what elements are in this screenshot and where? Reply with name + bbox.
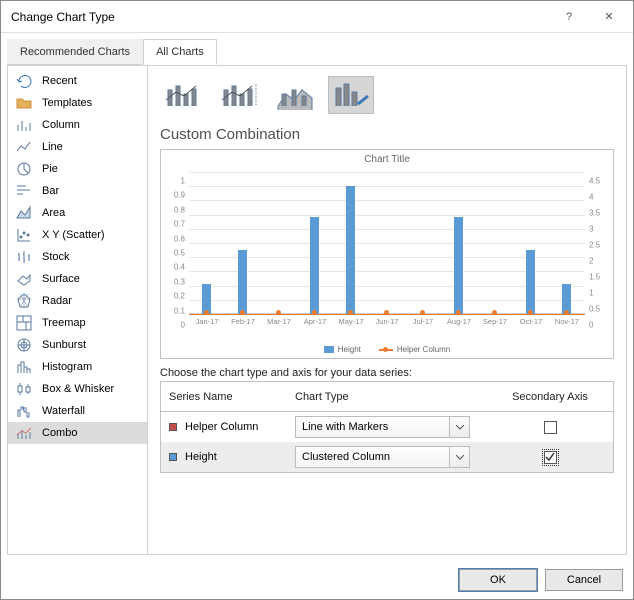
- combo-subtype-3[interactable]: [272, 76, 318, 114]
- series-name-text: Helper Column: [185, 421, 258, 433]
- col-series-name: Series Name: [169, 391, 295, 403]
- combo-subtype-2[interactable]: [216, 76, 262, 114]
- sidebar-item-label: X Y (Scatter): [42, 229, 105, 241]
- series-table-header: Series Name Chart Type Secondary Axis: [161, 382, 613, 412]
- radar-chart-icon: [16, 293, 32, 309]
- sidebar-item-boxwhisker[interactable]: Box & Whisker: [8, 378, 147, 400]
- series-row[interactable]: Height Clustered Column: [161, 442, 613, 472]
- sidebar-item-label: Recent: [42, 75, 77, 87]
- sidebar-item-pie[interactable]: Pie: [8, 158, 147, 180]
- sidebar-item-label: Sunburst: [42, 339, 86, 351]
- sidebar-item-bar[interactable]: Bar: [8, 180, 147, 202]
- sidebar-item-label: Radar: [42, 295, 72, 307]
- main-panel: Custom Combination Chart Title Jan-17Feb…: [148, 66, 626, 554]
- sidebar-item-label: Bar: [42, 185, 59, 197]
- sidebar-item-radar[interactable]: Radar: [8, 290, 147, 312]
- series-table: Series Name Chart Type Secondary Axis He…: [160, 381, 614, 473]
- col-chart-type: Chart Type: [295, 391, 495, 403]
- sidebar-item-stock[interactable]: Stock: [8, 246, 147, 268]
- sidebar-item-label: Stock: [42, 251, 70, 263]
- scatter-chart-icon: [16, 227, 32, 243]
- sidebar-item-label: Waterfall: [42, 405, 85, 417]
- sidebar-item-surface[interactable]: Surface: [8, 268, 147, 290]
- chevron-down-icon: [449, 417, 469, 437]
- legend-swatch-height: [324, 346, 334, 353]
- chart-category-sidebar: Recent Templates Column Line Pie Bar Are…: [8, 66, 148, 554]
- sidebar-item-histogram[interactable]: Histogram: [8, 356, 147, 378]
- surface-chart-icon: [16, 271, 32, 287]
- sidebar-item-label: Column: [42, 119, 80, 131]
- chart-type-value: Line with Markers: [296, 421, 449, 433]
- sidebar-item-waterfall[interactable]: Waterfall: [8, 400, 147, 422]
- bar-chart-icon: [16, 183, 32, 199]
- chart-type-value: Clustered Column: [296, 451, 449, 463]
- series-name-cell: Helper Column: [169, 421, 295, 433]
- series-name-cell: Height: [169, 451, 295, 463]
- choose-series-label: Choose the chart type and axis for your …: [160, 367, 614, 379]
- legend-swatch-helper: [379, 349, 393, 351]
- series-swatch: [169, 423, 177, 431]
- sidebar-item-label: Treemap: [42, 317, 86, 329]
- series-row[interactable]: Helper Column Line with Markers: [161, 412, 613, 442]
- sidebar-item-label: Line: [42, 141, 63, 153]
- series-swatch: [169, 453, 177, 461]
- legend-label: Height: [338, 345, 361, 354]
- undo-icon: [16, 73, 32, 89]
- sidebar-item-xy[interactable]: X Y (Scatter): [8, 224, 147, 246]
- sidebar-item-templates[interactable]: Templates: [8, 92, 147, 114]
- sidebar-item-recent[interactable]: Recent: [8, 70, 147, 92]
- titlebar: Change Chart Type ? ✕: [1, 1, 633, 33]
- sidebar-item-label: Histogram: [42, 361, 92, 373]
- series-name-text: Height: [185, 451, 217, 463]
- sidebar-item-line[interactable]: Line: [8, 136, 147, 158]
- secondary-axis-checkbox[interactable]: [544, 451, 557, 464]
- pie-chart-icon: [16, 161, 32, 177]
- sidebar-item-label: Surface: [42, 273, 80, 285]
- legend-label: Helper Column: [397, 345, 450, 354]
- sidebar-item-label: Pie: [42, 163, 58, 175]
- waterfall-icon: [16, 403, 32, 419]
- change-chart-type-dialog: Change Chart Type ? ✕ Recommended Charts…: [0, 0, 634, 600]
- sidebar-item-treemap[interactable]: Treemap: [8, 312, 147, 334]
- sidebar-item-area[interactable]: Area: [8, 202, 147, 224]
- area-chart-icon: [16, 205, 32, 221]
- sidebar-item-label: Box & Whisker: [42, 383, 114, 395]
- window-title: Change Chart Type: [11, 10, 115, 24]
- treemap-icon: [16, 315, 32, 331]
- box-whisker-icon: [16, 381, 32, 397]
- sidebar-item-sunburst[interactable]: Sunburst: [8, 334, 147, 356]
- chevron-down-icon: [449, 447, 469, 467]
- tab-strip: Recommended Charts All Charts: [1, 39, 633, 65]
- sidebar-item-label: Area: [42, 207, 65, 219]
- help-button[interactable]: ?: [549, 3, 589, 31]
- col-secondary-axis: Secondary Axis: [495, 391, 605, 403]
- close-button[interactable]: ✕: [589, 3, 629, 31]
- line-chart-icon: [16, 139, 32, 155]
- sunburst-icon: [16, 337, 32, 353]
- sidebar-item-combo[interactable]: Combo: [8, 422, 147, 444]
- column-chart-icon: [16, 117, 32, 133]
- chart-preview: Chart Title Jan-17Feb-17Mar-17Apr-17May-…: [160, 149, 614, 359]
- combo-subtype-row: [160, 76, 614, 114]
- combo-subtype-1[interactable]: [160, 76, 206, 114]
- chart-legend: Height Helper Column: [161, 345, 613, 354]
- secondary-axis-checkbox[interactable]: [544, 421, 557, 434]
- histogram-icon: [16, 359, 32, 375]
- chart-type-select[interactable]: Line with Markers: [295, 416, 470, 438]
- chart-title: Chart Title: [161, 150, 613, 165]
- section-title: Custom Combination: [160, 126, 614, 143]
- tab-all-charts[interactable]: All Charts: [143, 39, 217, 65]
- combo-subtype-custom[interactable]: [328, 76, 374, 114]
- chart-type-select[interactable]: Clustered Column: [295, 446, 470, 468]
- sidebar-item-column[interactable]: Column: [8, 114, 147, 136]
- folder-icon: [16, 95, 32, 111]
- tab-recommended[interactable]: Recommended Charts: [7, 39, 143, 65]
- dialog-footer: OK Cancel: [1, 561, 633, 599]
- stock-chart-icon: [16, 249, 32, 265]
- cancel-button[interactable]: Cancel: [545, 569, 623, 591]
- sidebar-item-label: Templates: [42, 97, 92, 109]
- combo-chart-icon: [16, 425, 32, 441]
- ok-button[interactable]: OK: [459, 569, 537, 591]
- sidebar-item-label: Combo: [42, 427, 77, 439]
